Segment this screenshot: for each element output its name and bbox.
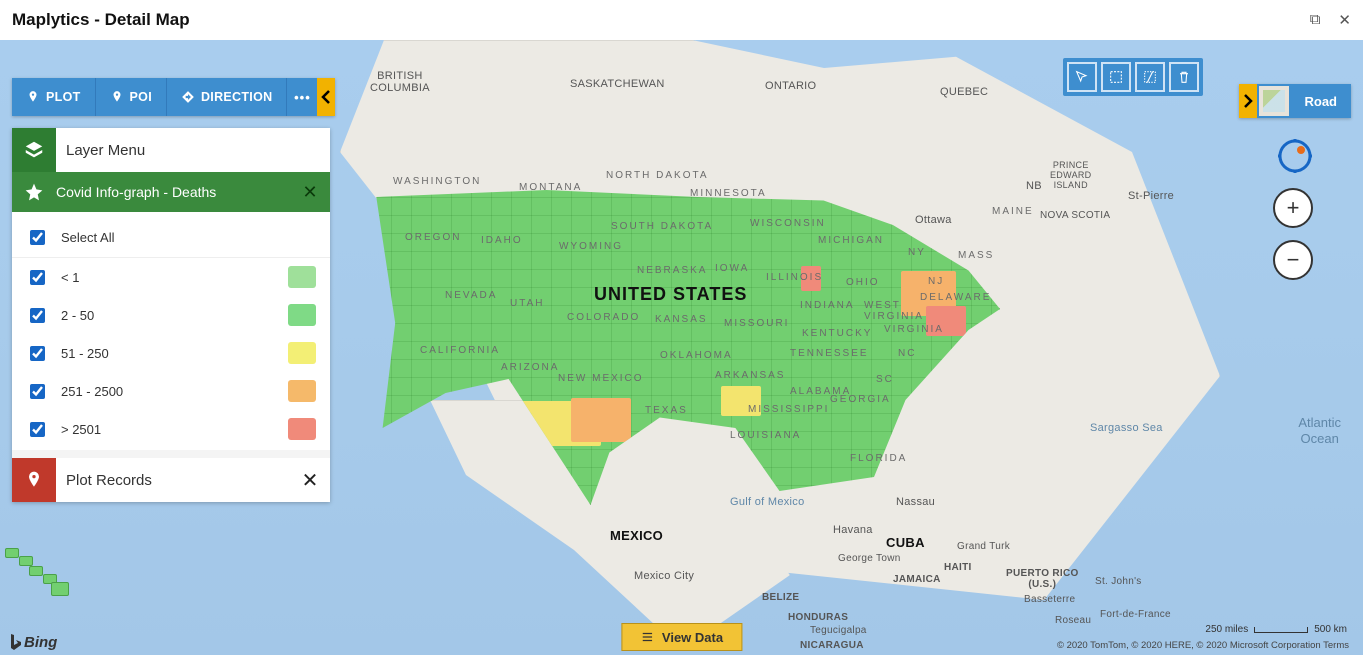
layer-header: Covid Info-graph - Deaths ✕ — [12, 172, 330, 212]
close-icon[interactable]: ✕ — [1338, 11, 1351, 29]
legend-swatch — [288, 304, 316, 326]
plot-button[interactable]: PLOT — [12, 78, 96, 116]
chevron-left-icon — [321, 90, 331, 104]
legend-checkbox[interactable] — [30, 384, 45, 399]
legend-label: 2 - 50 — [61, 308, 94, 323]
titlebar: Maplytics - Detail Map ⧉ ✕ — [0, 0, 1363, 40]
legend-row[interactable]: 51 - 250 — [12, 334, 330, 372]
layer-menu-header[interactable]: Layer Menu — [12, 128, 330, 172]
zoom-in-button[interactable]: + — [1273, 188, 1313, 228]
delete-selection-button[interactable] — [1169, 62, 1199, 92]
legend-row[interactable]: < 1 — [12, 258, 330, 296]
collapse-toolbar-button[interactable] — [317, 78, 335, 116]
legend-swatch — [288, 418, 316, 440]
legend-label: < 1 — [61, 270, 79, 285]
legend-swatch — [288, 380, 316, 402]
pin-icon — [12, 458, 56, 502]
bing-logo: Bing — [8, 633, 57, 651]
scale-bar: 250 miles 500 km — [1205, 624, 1347, 635]
label-quebec: QUEBEC — [940, 86, 988, 98]
label-nb: NB — [1026, 180, 1042, 192]
select-all-label: Select All — [61, 230, 114, 245]
label-atlantic: Atlantic Ocean — [1298, 415, 1341, 446]
bing-icon — [8, 633, 22, 651]
label-pei: PRINCE EDWARD ISLAND — [1050, 160, 1091, 190]
plot-records-label: Plot Records — [56, 472, 290, 489]
legend: Select All < 1 2 - 50 51 - 250 251 - 250… — [12, 212, 330, 450]
legend-row[interactable]: 2 - 50 — [12, 296, 330, 334]
poi-button[interactable]: POI — [96, 78, 167, 116]
label-bc: BRITISH COLUMBIA — [370, 70, 430, 94]
style-label[interactable]: Road — [1291, 84, 1352, 118]
map-style-picker: Road — [1239, 84, 1352, 118]
legend-label: > 2501 — [61, 422, 101, 437]
legend-checkbox[interactable] — [30, 308, 45, 323]
label-sask: SASKATCHEWAN — [570, 78, 665, 90]
restore-icon[interactable]: ⧉ — [1310, 11, 1321, 29]
legend-checkbox[interactable] — [30, 422, 45, 437]
plot-records-header[interactable]: Plot Records ✕ — [12, 458, 330, 502]
legend-row[interactable]: > 2501 — [12, 410, 330, 448]
select-marquee-button[interactable] — [1135, 62, 1165, 92]
layers-icon — [12, 128, 56, 172]
style-thumb-road[interactable] — [1257, 84, 1291, 118]
label-us: UNITED STATES — [594, 284, 747, 305]
legend-checkbox[interactable] — [30, 346, 45, 361]
window-title: Maplytics - Detail Map — [12, 10, 190, 30]
hawaii — [5, 538, 70, 593]
close-plot-records-button[interactable]: ✕ — [290, 468, 330, 493]
legend-label: 51 - 250 — [61, 346, 109, 361]
legend-label: 251 - 2500 — [61, 384, 123, 399]
more-button[interactable]: ••• — [287, 78, 317, 116]
legend-row[interactable]: 251 - 2500 — [12, 372, 330, 410]
select-all-row[interactable]: Select All — [12, 218, 330, 258]
expand-styles-button[interactable] — [1239, 84, 1257, 118]
view-data-button[interactable]: View Data — [621, 623, 742, 651]
map-copyright: © 2020 TomTom, © 2020 HERE, © 2020 Micro… — [1057, 640, 1349, 651]
select-cursor-button[interactable] — [1067, 62, 1097, 92]
layer-title: Covid Info-graph - Deaths — [56, 184, 290, 200]
label-ns: NOVA SCOTIA — [1040, 210, 1110, 221]
main-toolbar: PLOT POI DIRECTION ••• — [12, 78, 335, 116]
window-controls: ⧉ ✕ — [1310, 11, 1351, 29]
app: BRITISH COLUMBIA SASKATCHEWAN ONTARIO QU… — [0, 40, 1363, 655]
list-icon — [640, 630, 654, 644]
chevron-right-icon — [1243, 94, 1253, 108]
star-icon — [12, 182, 56, 202]
locate-button[interactable] — [1277, 138, 1313, 174]
label-stpierre: St-Pierre — [1128, 190, 1174, 202]
legend-swatch — [288, 266, 316, 288]
direction-button[interactable]: DIRECTION — [167, 78, 287, 116]
select-all-checkbox[interactable] — [30, 230, 45, 245]
side-panel: Layer Menu Covid Info-graph - Deaths ✕ S… — [12, 128, 330, 502]
pin-icon — [110, 90, 124, 104]
label-ottawa: Ottawa — [915, 214, 952, 226]
legend-checkbox[interactable] — [30, 270, 45, 285]
legend-swatch — [288, 342, 316, 364]
layer-menu-label: Layer Menu — [56, 142, 145, 159]
label-ontario: ONTARIO — [765, 80, 816, 92]
selection-tools — [1063, 58, 1203, 96]
zoom-out-button[interactable]: − — [1273, 240, 1313, 280]
direction-icon — [181, 90, 195, 104]
close-layer-button[interactable]: ✕ — [290, 182, 330, 203]
pin-icon — [26, 90, 40, 104]
select-rectangle-button[interactable] — [1101, 62, 1131, 92]
